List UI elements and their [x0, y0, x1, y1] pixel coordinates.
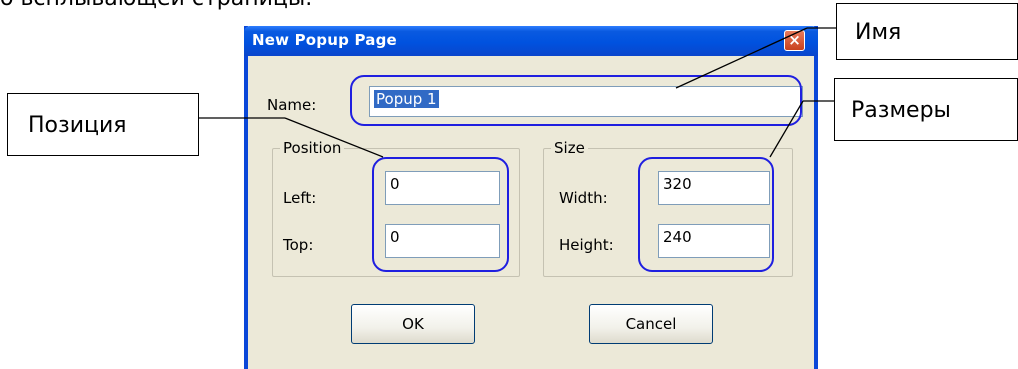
callout-position: Позиция — [7, 93, 199, 156]
callout-name: Имя — [836, 3, 1018, 60]
callout-size: Размеры — [834, 78, 1018, 141]
